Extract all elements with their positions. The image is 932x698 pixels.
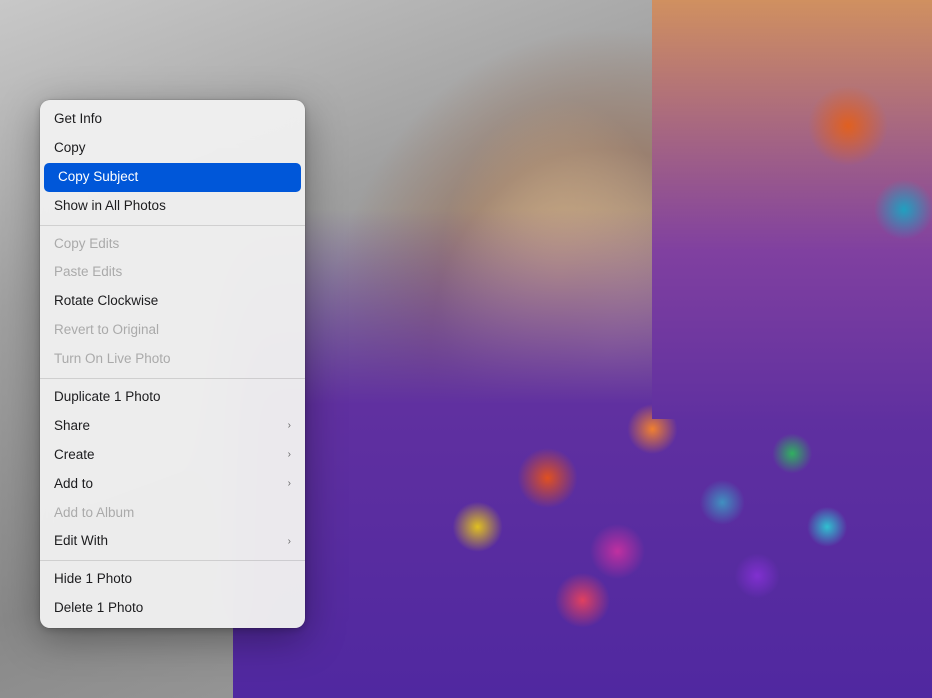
menu-item-label: Edit With xyxy=(54,532,288,551)
menu-item-label: Add to Album xyxy=(54,504,291,523)
menu-item-copy[interactable]: Copy xyxy=(40,134,305,163)
menu-item-hide-photo[interactable]: Hide 1 Photo xyxy=(40,565,305,594)
menu-item-label: Add to xyxy=(54,475,288,494)
menu-separator xyxy=(40,378,305,379)
menu-item-label: Delete 1 Photo xyxy=(54,599,291,618)
menu-item-create[interactable]: Create› xyxy=(40,441,305,470)
submenu-arrow-icon: › xyxy=(288,477,291,491)
menu-item-label: Show in All Photos xyxy=(54,197,291,216)
menu-item-label: Hide 1 Photo xyxy=(54,570,291,589)
menu-item-label: Duplicate 1 Photo xyxy=(54,388,291,407)
context-menu: Get Info Copy Copy Subject Show in All Phot… xyxy=(40,100,305,628)
menu-item-show-in-all-photos[interactable]: Show in All Photos xyxy=(40,192,305,221)
menu-item-label: Copy Subject xyxy=(58,168,287,187)
menu-item-label: Copy xyxy=(54,139,291,158)
menu-item-get-info[interactable]: Get Info xyxy=(40,105,305,134)
menu-item-copy-edits: Copy Edits xyxy=(40,230,305,259)
submenu-arrow-icon: › xyxy=(288,419,291,433)
submenu-arrow-icon: › xyxy=(288,535,291,549)
menu-item-share[interactable]: Share› xyxy=(40,412,305,441)
menu-item-label: Paste Edits xyxy=(54,263,291,282)
menu-separator xyxy=(40,225,305,226)
menu-item-rotate-clockwise[interactable]: Rotate Clockwise xyxy=(40,287,305,316)
menu-item-label: Copy Edits xyxy=(54,235,291,254)
menu-item-label: Rotate Clockwise xyxy=(54,292,291,311)
menu-item-delete-photo[interactable]: Delete 1 Photo xyxy=(40,594,305,623)
menu-item-copy-subject[interactable]: Copy Subject xyxy=(44,163,301,192)
menu-item-label: Create xyxy=(54,446,288,465)
menu-item-edit-with[interactable]: Edit With› xyxy=(40,527,305,556)
menu-item-add-to-album: Add to Album xyxy=(40,499,305,528)
menu-item-label: Turn On Live Photo xyxy=(54,350,291,369)
menu-item-revert-to-original: Revert to Original xyxy=(40,316,305,345)
menu-item-paste-edits: Paste Edits xyxy=(40,258,305,287)
menu-item-label: Get Info xyxy=(54,110,291,129)
menu-item-duplicate-photo[interactable]: Duplicate 1 Photo xyxy=(40,383,305,412)
menu-item-label: Revert to Original xyxy=(54,321,291,340)
menu-item-add-to[interactable]: Add to› xyxy=(40,470,305,499)
menu-separator xyxy=(40,560,305,561)
menu-item-label: Share xyxy=(54,417,288,436)
menu-item-turn-on-live-photo: Turn On Live Photo xyxy=(40,345,305,374)
submenu-arrow-icon: › xyxy=(288,448,291,462)
